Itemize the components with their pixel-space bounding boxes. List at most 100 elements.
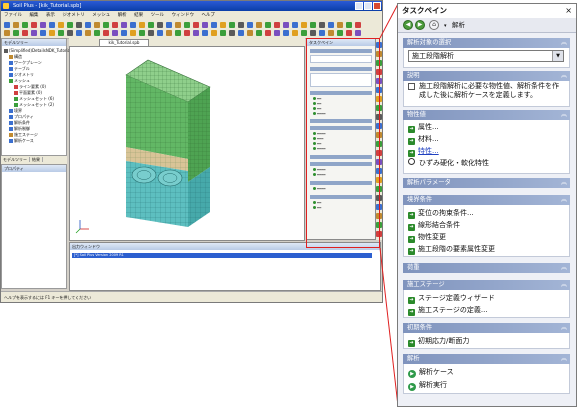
menu-geometry[interactable]: ジオメトリ [62,13,85,18]
section-header-stage[interactable]: 施工ステージ ︽ [403,280,570,290]
minimize-button[interactable] [355,2,363,10]
chevron-up-icon[interactable]: ︽ [561,354,567,364]
task-strain-hardening[interactable]: ひずみ硬化・軟化特性 [408,158,489,168]
toolbar-button-icon[interactable] [292,30,298,36]
toolbar-button-icon[interactable] [211,22,217,28]
chevron-up-icon[interactable]: ︽ [561,38,567,48]
toolbar-button-icon[interactable] [4,30,10,36]
toolbar-button-icon[interactable] [148,22,154,28]
toolbar-button-icon[interactable] [13,30,19,36]
chevron-up-icon[interactable]: ︽ [561,178,567,188]
menu-mesh[interactable]: メッシュ [92,13,110,18]
toolbar-button-icon[interactable] [193,30,199,36]
toolbar-button-icon[interactable] [337,30,343,36]
toolbar-button-icon[interactable] [274,30,280,36]
task-run-analysis[interactable]: ▶ 解析実行 [408,380,447,391]
toolbar-button-icon[interactable] [40,30,46,36]
toolbar-button-icon[interactable] [328,30,334,36]
tab-results[interactable]: 結果 [30,157,43,162]
section-header-description[interactable]: 説明 ︽ [403,71,570,81]
section-header-boundary[interactable]: 境界条件 ︽ [403,195,570,205]
toolbar-button-icon[interactable] [94,22,100,28]
toolbar-button-icon[interactable] [202,30,208,36]
toolbar-button-icon[interactable] [265,30,271,36]
toolbar-button-icon[interactable] [220,22,226,28]
toolbar-button-icon[interactable] [193,22,199,28]
toolbar-button-icon[interactable] [256,30,262,36]
task-analysis-case[interactable]: ▶ 解析ケース [408,367,454,378]
toolbar-button-icon[interactable] [283,30,289,36]
toolbar-button-icon[interactable] [274,22,280,28]
section-header-analysis-param[interactable]: 解析パラメータ ︽ [403,178,570,188]
menu-window[interactable]: ウィンドウ [172,13,195,18]
toolbar-button-icon[interactable] [85,30,91,36]
toolbar-button-icon[interactable] [283,22,289,28]
task-element-attribute-change[interactable]: ➜ 施工段階の要素属性変更 [408,244,495,255]
model-viewport[interactable] [69,46,305,241]
chevron-up-icon[interactable]: ︽ [561,263,567,273]
toolbar-button-icon[interactable] [238,30,244,36]
task-material[interactable]: ➜ 材料... [408,134,439,145]
task-linear-coupling[interactable]: ➜ 線形結合条件 [408,220,460,231]
toolbar-button-icon[interactable] [202,22,208,28]
toolbar-button-icon[interactable] [49,22,55,28]
menu-results[interactable]: 結果 [134,13,143,18]
toolbar-button-icon[interactable] [229,30,235,36]
toolbar-button-icon[interactable] [103,22,109,28]
toolbar-button-icon[interactable] [76,22,82,28]
chevron-up-icon[interactable]: ︽ [561,195,567,205]
home-icon[interactable]: ⌂ [429,20,439,30]
toolbar-button-icon[interactable] [256,22,262,28]
task-characteristic[interactable]: ➜ 特性... [408,146,439,157]
toolbar-button-icon[interactable] [94,30,100,36]
toolbar-button-icon[interactable] [292,22,298,28]
toolbar-button-icon[interactable] [31,30,37,36]
toolbar-button-icon[interactable] [157,22,163,28]
task-stage-wizard[interactable]: ➜ ステージ定義ウィザード [408,293,495,304]
toolbar-button-icon[interactable] [157,30,163,36]
chevron-down-icon[interactable]: ▼ [552,51,563,61]
toolbar-button-icon[interactable] [355,22,361,28]
section-header-property[interactable]: 物性値 ︽ [403,110,570,120]
toolbar-button-icon[interactable] [337,22,343,28]
toolbar-button-icon[interactable] [184,30,190,36]
chevron-up-icon[interactable]: ︽ [561,280,567,290]
toolbar-button-icon[interactable] [121,30,127,36]
close-button[interactable] [373,2,381,10]
section-header-load[interactable]: 荷重 ︽ [403,263,570,273]
toolbar-button-icon[interactable] [247,22,253,28]
section-header-target[interactable]: 解析対象の選択 ︽ [403,38,570,48]
toolbar-button-icon[interactable] [319,22,325,28]
toolbar-button-icon[interactable] [328,22,334,28]
chevron-up-icon[interactable]: ︽ [561,71,567,81]
task-displacement-constraint[interactable]: ➜ 変位の拘束条件... [408,208,474,219]
toolbar-button-icon[interactable] [22,22,28,28]
toolbar-button-icon[interactable] [301,30,307,36]
toolbar-button-icon[interactable] [148,30,154,36]
toolbar-button-icon[interactable] [112,30,118,36]
toolbar-button-icon[interactable] [76,30,82,36]
menu-analysis[interactable]: 解析 [118,13,127,18]
chevron-down-icon[interactable]: ▾ [444,23,447,29]
toolbar-button-icon[interactable] [310,22,316,28]
toolbar-button-icon[interactable] [175,22,181,28]
toolbar-button-icon[interactable] [40,22,46,28]
toolbar-button-icon[interactable] [49,30,55,36]
task-property-change[interactable]: ➜ 物性変更 [408,232,446,243]
toolbar-button-icon[interactable] [301,22,307,28]
toolbar-button-icon[interactable] [58,30,64,36]
task-attribute[interactable]: ➜ 属性... [408,122,439,133]
chevron-up-icon[interactable]: ︽ [561,110,567,120]
toolbar-button-icon[interactable] [220,30,226,36]
toolbar-button-icon[interactable] [121,22,127,28]
analysis-target-select[interactable]: 施工段階解析 ▼ [408,50,564,62]
close-icon[interactable]: × [565,4,572,18]
toolbar-button-icon[interactable] [4,22,10,28]
toolbar-button-icon[interactable] [211,30,217,36]
maximize-button[interactable] [364,2,372,10]
toolbar-button-icon[interactable] [112,22,118,28]
toolbar-button-icon[interactable] [139,22,145,28]
toolbar-button-icon[interactable] [346,22,352,28]
toolbar-button-icon[interactable] [346,30,352,36]
tab-model-tree[interactable]: モデルツリー [1,157,30,162]
